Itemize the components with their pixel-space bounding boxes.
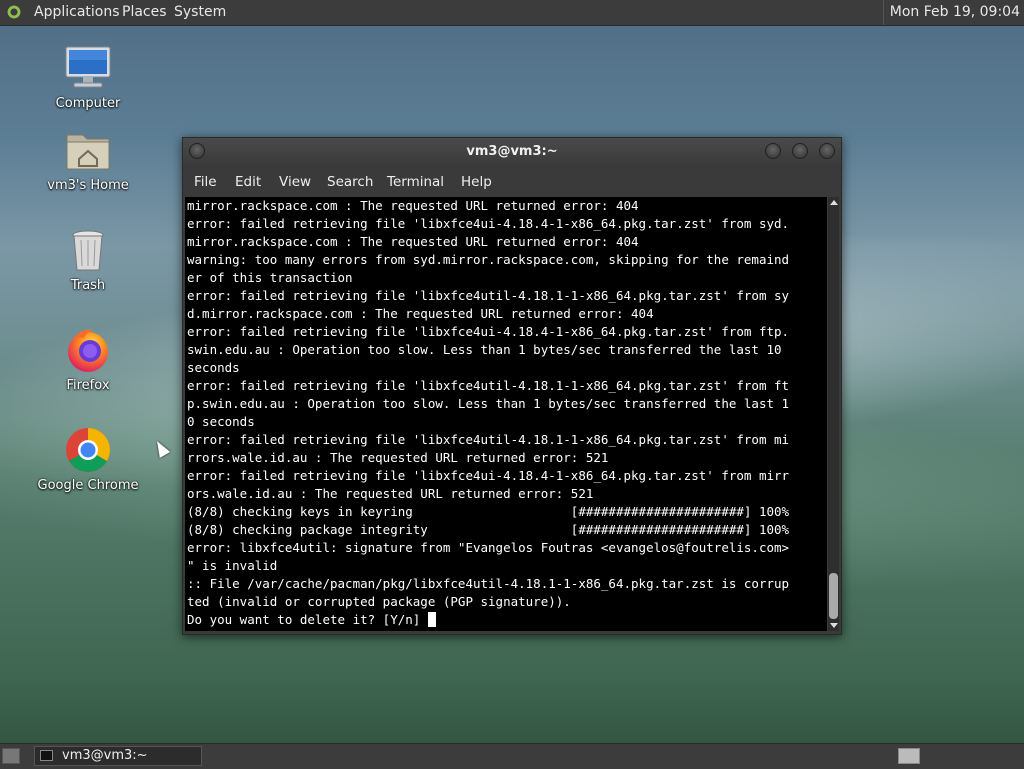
desktop-icon-label: Trash [70, 278, 106, 293]
top-panel: Applications Places System Mon Feb 19, 0… [0, 0, 1024, 26]
menu-view[interactable]: View [279, 168, 311, 196]
terminal-line: error: failed retrieving file 'libxfce4u… [187, 468, 790, 483]
close-button[interactable] [819, 143, 835, 159]
terminal-line: seconds [187, 360, 240, 375]
window-titlebar[interactable]: vm3@vm3:~ [183, 138, 841, 166]
show-desktop-icon[interactable] [2, 748, 20, 764]
clock[interactable]: Mon Feb 19, 09:04 [882, 0, 1024, 25]
terminal-line: " is invalid [187, 558, 278, 573]
trash-icon [64, 226, 112, 274]
terminal-line: swin.edu.au : Operation too slow. Less t… [187, 342, 782, 357]
terminal-prompt-line: Do you want to delete it? [Y/n] [187, 611, 827, 629]
desktop-icon-chrome[interactable]: Google Chrome [33, 426, 143, 493]
terminal-line: error: libxfce4util: signature from "Eva… [187, 540, 790, 555]
menu-file[interactable]: File [194, 168, 217, 196]
window-menu-icon[interactable] [189, 143, 205, 159]
scroll-down-arrow-icon[interactable] [830, 623, 838, 628]
terminal-output[interactable]: mirror.rackspace.com : The requested URL… [185, 197, 827, 631]
terminal-line: error: failed retrieving file 'libxfce4u… [187, 324, 790, 339]
terminal-line: 0 seconds [187, 414, 255, 429]
desktop-icon-label: vm3's Home [47, 178, 129, 193]
places-menu[interactable]: Places [122, 0, 167, 25]
terminal-line: ted (invalid or corrupted package (PGP s… [187, 594, 571, 609]
mate-logo-icon[interactable] [6, 4, 22, 20]
computer-icon [64, 44, 112, 92]
system-menu[interactable]: System [174, 0, 226, 25]
desktop-icon-firefox[interactable]: Firefox [33, 326, 143, 393]
menu-terminal[interactable]: Terminal [387, 168, 444, 196]
desktop-icon-computer[interactable]: Computer [33, 44, 143, 111]
scroll-up-arrow-icon[interactable] [830, 200, 838, 205]
terminal-line: error: failed retrieving file 'libxfce4u… [187, 288, 790, 303]
menu-edit[interactable]: Edit [235, 168, 261, 196]
chrome-icon [64, 426, 112, 474]
firefox-icon [64, 326, 112, 374]
home-folder-icon [64, 126, 112, 174]
taskbar-item-label: vm3@vm3:~ [62, 748, 148, 763]
desktop-icon-label: Google Chrome [37, 478, 139, 493]
terminal-line: (8/8) checking package integrity [######… [187, 522, 790, 537]
window-title: vm3@vm3:~ [466, 144, 558, 159]
bottom-panel: vm3@vm3:~ [0, 743, 1024, 769]
menu-help[interactable]: Help [461, 168, 492, 196]
text-cursor [427, 612, 436, 627]
desktop-icon-label: Computer [55, 96, 121, 111]
maximize-button[interactable] [792, 143, 808, 159]
terminal-line: p.swin.edu.au : Operation too slow. Less… [187, 396, 790, 411]
workspace-switcher[interactable] [898, 748, 920, 764]
terminal-line: error: failed retrieving file 'libxfce4u… [187, 216, 790, 231]
terminal-line: rrors.wale.id.au : The requested URL ret… [187, 450, 609, 465]
terminal-line: d.mirror.rackspace.com : The requested U… [187, 306, 654, 321]
terminal-line: :: File /var/cache/pacman/pkg/libxfce4ut… [187, 576, 790, 591]
terminal-line: error: failed retrieving file 'libxfce4u… [187, 378, 790, 393]
terminal-scrollbar[interactable] [828, 197, 839, 631]
desktop-icon-home[interactable]: vm3's Home [33, 126, 143, 193]
terminal-line: mirror.rackspace.com : The requested URL… [187, 198, 639, 213]
terminal-line: (8/8) checking keys in keyring [########… [187, 504, 790, 519]
terminal-line: mirror.rackspace.com : The requested URL… [187, 234, 639, 249]
terminal-menubar: File Edit View Search Terminal Help [183, 168, 841, 196]
terminal-window[interactable]: vm3@vm3:~ File Edit View Search Terminal… [182, 137, 842, 635]
minimize-button[interactable] [765, 143, 781, 159]
taskbar-item-terminal[interactable]: vm3@vm3:~ [34, 746, 202, 766]
applications-menu[interactable]: Applications [34, 0, 120, 25]
desktop-icon-trash[interactable]: Trash [33, 226, 143, 293]
terminal-icon [40, 750, 53, 761]
terminal-line: er of this transaction [187, 270, 353, 285]
menu-search[interactable]: Search [327, 168, 373, 196]
scrollbar-thumb[interactable] [829, 573, 838, 619]
terminal-line: ors.wale.id.au : The requested URL retur… [187, 486, 594, 501]
desktop-icon-label: Firefox [66, 378, 110, 393]
terminal-line: warning: too many errors from syd.mirror… [187, 252, 790, 267]
terminal-line: error: failed retrieving file 'libxfce4u… [187, 432, 790, 447]
